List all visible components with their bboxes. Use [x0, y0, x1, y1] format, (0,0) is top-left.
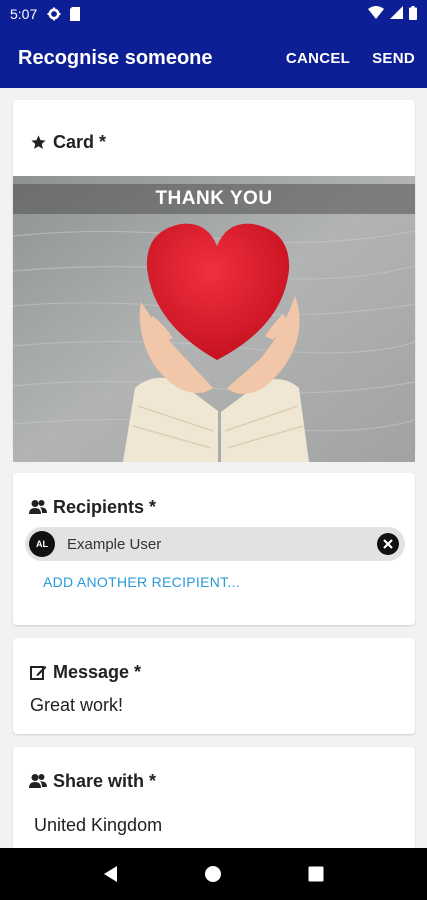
users-icon [29, 498, 47, 516]
recipients-section-header: Recipients * [13, 473, 415, 521]
card-section-header: Card * [13, 100, 415, 164]
avatar: AL [29, 531, 55, 557]
users-icon [29, 772, 47, 790]
cancel-button[interactable]: CANCEL [286, 50, 350, 67]
status-bar: 5:07 [0, 0, 427, 28]
signal-icon [390, 6, 403, 22]
close-icon[interactable] [377, 533, 399, 555]
share-with-field[interactable]: United Kingdom [34, 815, 162, 836]
back-icon[interactable] [99, 862, 123, 886]
send-button[interactable]: SEND [372, 50, 415, 67]
sd-card-icon [69, 7, 83, 21]
form-content[interactable]: Card * THANK YOU Recipients * AL Example… [0, 88, 427, 848]
thank-you-illustration [13, 176, 415, 462]
share-section[interactable]: Share with * United Kingdom [13, 747, 415, 848]
card-image[interactable]: THANK YOU [13, 176, 415, 462]
gear-icon [47, 7, 61, 21]
card-image-caption: THANK YOU [13, 184, 415, 214]
message-section-title: Message * [53, 661, 142, 682]
status-time: 5:07 [10, 6, 38, 22]
card-section-title: Card * [53, 131, 107, 152]
system-nav-bar [0, 848, 427, 900]
share-section-header: Share with * [13, 747, 415, 795]
add-recipient-button[interactable]: ADD ANOTHER RECIPIENT... [43, 574, 240, 590]
home-icon[interactable] [201, 862, 225, 886]
star-icon [29, 133, 47, 151]
app-bar: Recognise someone CANCEL SEND [0, 28, 427, 88]
recipients-section: Recipients * AL Example User ADD ANOTHER… [13, 473, 415, 625]
battery-icon [409, 5, 417, 23]
share-section-title: Share with * [53, 770, 157, 791]
message-section-header: Message * [13, 638, 415, 686]
status-right [368, 5, 417, 23]
recipients-section-title: Recipients * [53, 496, 157, 517]
app-bar-actions: CANCEL SEND [286, 50, 415, 67]
card-section: Card * THANK YOU [13, 100, 415, 462]
message-field[interactable]: Great work! [30, 695, 123, 716]
recents-icon[interactable] [304, 862, 328, 886]
page-title: Recognise someone [18, 46, 213, 69]
wifi-icon [368, 6, 384, 22]
edit-icon [29, 663, 47, 681]
message-section[interactable]: Message * Great work! [13, 638, 415, 734]
recipient-chip[interactable]: AL Example User [25, 527, 405, 561]
recipient-name: Example User [67, 535, 162, 553]
